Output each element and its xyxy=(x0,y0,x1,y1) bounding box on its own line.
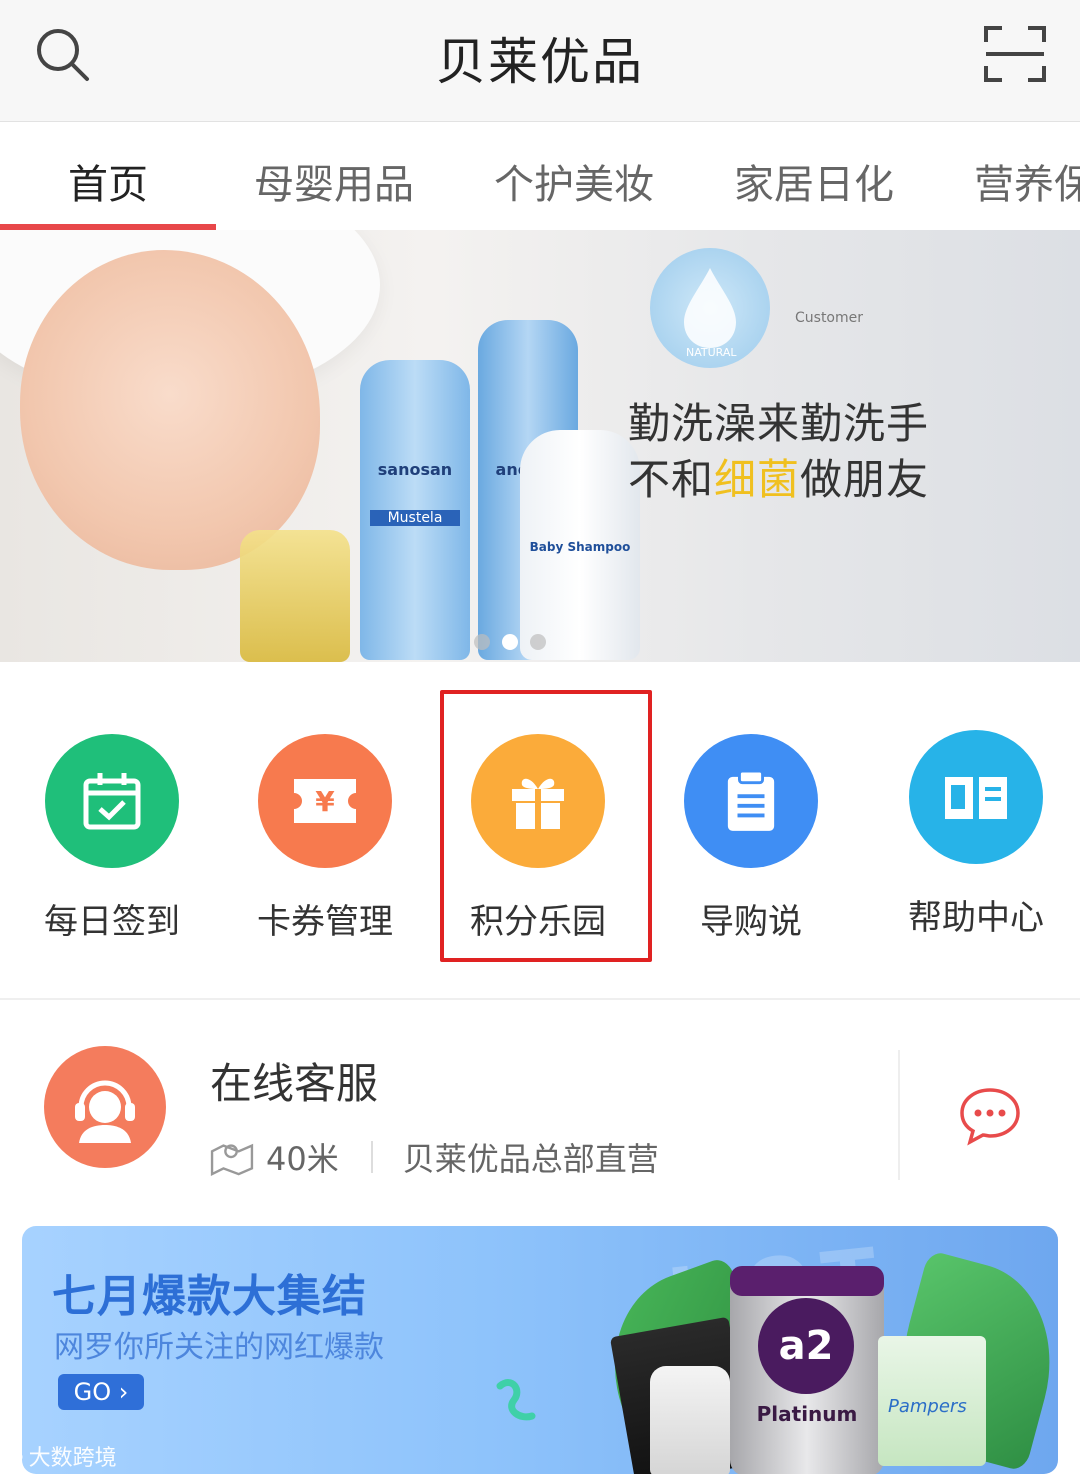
tab-home-goods[interactable]: 家居日化 xyxy=(734,152,894,210)
product-label-3: Mustela xyxy=(370,510,460,526)
tab-home[interactable]: 首页 xyxy=(68,152,148,210)
app-header: 贝莱优品 xyxy=(0,0,1080,122)
banner-headline-1: 勤洗澡来勤洗手 xyxy=(628,399,930,448)
carousel-dot-2[interactable] xyxy=(502,634,518,650)
map-location-icon xyxy=(210,1143,254,1176)
product-label-1: sanosan xyxy=(377,460,453,479)
product-milk-can-lid xyxy=(730,1266,884,1296)
service-distance: 40米 xyxy=(266,1140,339,1178)
menu-item-coupons[interactable]: ¥ 卡券管理 xyxy=(225,734,425,943)
quick-menu: 每日签到 ¥ 卡券管理 积分乐园 导购说 帮助中心 xyxy=(0,662,1080,1000)
page-title: 贝莱优品 xyxy=(436,33,644,91)
banner-headline-2-pre: 不和 xyxy=(628,455,715,504)
highlight-box xyxy=(440,690,652,962)
banner-oil-jar xyxy=(240,530,350,662)
banner-headline-2-post: 做朋友 xyxy=(800,455,930,504)
carousel-dots[interactable] xyxy=(474,634,558,654)
calendar-check-icon xyxy=(45,734,179,868)
chat-bubble-icon[interactable] xyxy=(958,1086,1022,1146)
banner-bottle-3: Baby Shampoo xyxy=(520,430,640,660)
service-store: 贝莱优品总部直营 xyxy=(402,1140,659,1178)
menu-label-help-center: 帮助中心 xyxy=(908,898,1044,938)
book-icon xyxy=(909,730,1043,864)
banner-brand: Customer xyxy=(795,310,864,326)
banner-headline-2: 不和细菌做朋友 xyxy=(628,446,929,507)
banner-headline-2-highlight: 细菌 xyxy=(714,455,801,504)
menu-item-shopping-guide[interactable]: 导购说 xyxy=(651,734,851,943)
squiggle-decoration-icon xyxy=(496,1379,536,1421)
product-milk-logo: a2 xyxy=(758,1298,854,1394)
menu-item-help-center[interactable]: 帮助中心 xyxy=(876,730,1076,939)
promo-banner[interactable]: HOT SALE 七月爆款大集结 网罗你所关注的网红爆款 GO › a2 Pla… xyxy=(22,1226,1058,1474)
clipboard-icon xyxy=(684,734,818,868)
watermark-text: 大数跨境 xyxy=(28,1446,117,1471)
menu-label-coupons: 卡券管理 xyxy=(257,902,393,942)
carousel-dot-1[interactable] xyxy=(474,634,490,650)
tab-nutrition[interactable]: 营养保 xyxy=(974,152,1080,210)
source-watermark: ∞ 大数跨境 xyxy=(8,1440,117,1472)
banner-bottle-1: sanosan Mustela xyxy=(360,360,470,660)
menu-item-daily-checkin[interactable]: 每日签到 xyxy=(12,734,212,943)
meta-separator xyxy=(370,1141,373,1173)
chevron-right-icon: › xyxy=(118,1378,129,1406)
scan-icon[interactable] xyxy=(984,24,1046,84)
product-label-4: Baby Shampoo xyxy=(529,540,631,554)
service-meta: 40米 贝莱优品总部直营 xyxy=(210,1134,659,1180)
tab-personal-care[interactable]: 个护美妆 xyxy=(494,152,654,210)
natural-badge: NATURAL xyxy=(686,346,737,359)
service-title: 在线客服 xyxy=(210,1059,379,1108)
svg-text:¥: ¥ xyxy=(315,785,335,818)
product-serum xyxy=(650,1366,730,1474)
product-diapers-label: Pampers xyxy=(888,1396,967,1417)
service-divider xyxy=(898,1050,900,1180)
tab-mother-baby[interactable]: 母婴用品 xyxy=(254,152,414,210)
menu-label-shopping-guide: 导购说 xyxy=(700,902,802,942)
online-service-card[interactable]: 在线客服 40米 贝莱优品总部直营 xyxy=(0,1000,1080,1212)
promo-title: 七月爆款大集结 xyxy=(52,1271,367,1322)
hero-banner[interactable]: sanosan Mustela anosan Baby Shampoo NATU… xyxy=(0,230,1080,662)
carousel-dot-3[interactable] xyxy=(530,634,546,650)
product-milk-label: Platinum xyxy=(756,1402,858,1426)
promo-subtitle: 网罗你所关注的网红爆款 xyxy=(54,1330,384,1365)
category-tabs: 首页 母婴用品 个护美妆 家居日化 营养保 xyxy=(0,122,1080,230)
coupon-yen-icon: ¥ xyxy=(258,734,392,868)
promo-go-label: GO xyxy=(73,1378,112,1406)
watermark-logo-icon: ∞ xyxy=(8,1444,25,1468)
menu-label-daily-checkin: 每日签到 xyxy=(44,902,180,942)
headset-agent-icon xyxy=(44,1046,166,1168)
promo-go-button[interactable]: GO › xyxy=(58,1374,144,1410)
